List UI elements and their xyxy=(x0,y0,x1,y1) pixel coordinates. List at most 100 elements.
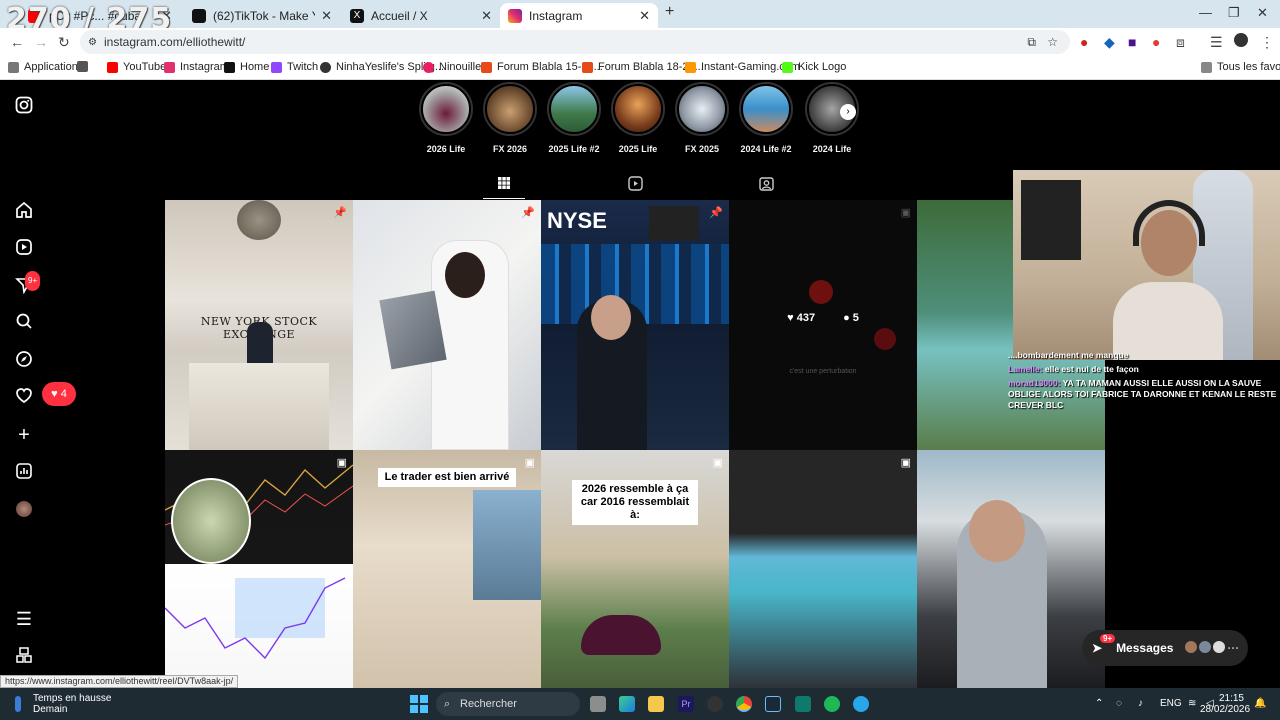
bookmark-ninouille[interactable]: Ninouille xyxy=(423,61,481,73)
bookmark-youtube[interactable]: YouTube xyxy=(107,61,166,73)
extension-icon[interactable]: ◆ xyxy=(1104,34,1115,51)
highlight-2024-life-2[interactable]: 2024 Life #2 xyxy=(736,82,796,154)
clock-icon xyxy=(237,200,281,240)
activity-count-pill[interactable]: ♥ 4 xyxy=(42,382,76,406)
browser-tab-3[interactable]: X Accueil / X ✕ xyxy=(342,3,500,28)
browser-tab-2[interactable]: (62)TikTok - Make Your Day ✕ xyxy=(184,3,340,28)
post-boat[interactable]: ▣ xyxy=(729,450,917,688)
spotify-icon[interactable] xyxy=(824,696,840,712)
address-bar[interactable]: ⚙ instagram.com/elliothewitt/ ⧉ ☆ xyxy=(80,30,1070,54)
weather-widget[interactable]: Temps en hausse Demain xyxy=(33,693,111,715)
highlight-2026-life[interactable]: 2026 Life xyxy=(416,82,476,154)
menu-kebab-icon[interactable]: ⋮ xyxy=(1260,34,1274,51)
msn-icon[interactable] xyxy=(619,696,635,712)
highlights-next-icon[interactable]: › xyxy=(840,104,856,120)
red-dot xyxy=(874,328,896,350)
post-trader-arrived[interactable]: Le trader est bien arrivé ▣ xyxy=(353,450,541,688)
explore-compass-icon[interactable] xyxy=(14,350,34,370)
notification-bell-icon[interactable]: 🔔 xyxy=(1254,698,1266,709)
app-icon[interactable] xyxy=(795,696,811,712)
post-nyse-podium[interactable]: NEW YORK STOCK EXCHANGE 📌 xyxy=(165,200,353,450)
create-plus-icon[interactable]: + xyxy=(14,425,34,445)
post-trading-chart[interactable]: ▣ xyxy=(165,450,353,688)
file-explorer-icon[interactable] xyxy=(648,696,664,712)
jvc-icon xyxy=(582,61,593,73)
forward-icon[interactable]: → xyxy=(34,34,48,50)
taskbar-search[interactable]: ⌕ Rechercher xyxy=(436,692,580,716)
install-app-icon[interactable]: ⧉ xyxy=(1027,35,1036,50)
post-nyse-floor[interactable]: NYSE 📌 xyxy=(541,200,729,450)
close-icon[interactable]: ✕ xyxy=(481,8,492,24)
post-chateau-2026[interactable]: 2026 ressemble à ça car 2016 ressemblait… xyxy=(541,450,729,688)
bookmark-home[interactable]: Home xyxy=(224,61,269,73)
highlight-2025-life-2[interactable]: 2025 Life #2 xyxy=(544,82,604,154)
tab-reels-icon[interactable] xyxy=(627,176,643,192)
head xyxy=(445,252,485,298)
bookmark-applications[interactable]: Applications xyxy=(8,61,83,73)
profile-avatar[interactable] xyxy=(14,499,34,519)
obs-icon[interactable] xyxy=(707,696,723,712)
extension-icon[interactable]: ● xyxy=(1152,34,1160,50)
weather-subtitle: Demain xyxy=(33,704,68,715)
highlight-fx-2026[interactable]: FX 2026 xyxy=(480,82,540,154)
home-icon[interactable] xyxy=(14,201,34,221)
close-window-button[interactable]: ✕ xyxy=(1257,5,1268,21)
reading-list-icon[interactable]: ☰ xyxy=(1210,34,1223,51)
bookmark-google-apps[interactable] xyxy=(77,61,93,72)
close-icon[interactable]: ✕ xyxy=(321,8,332,24)
close-icon[interactable]: ✕ xyxy=(639,8,650,24)
steam-icon[interactable] xyxy=(765,696,781,712)
wifi-icon[interactable]: ≋ xyxy=(1188,698,1196,709)
new-tab-button[interactable]: + xyxy=(665,3,674,21)
extensions-puzzle-icon[interactable]: ⧈ xyxy=(1176,34,1185,51)
extension-icon[interactable]: ● xyxy=(1080,34,1088,50)
search-icon[interactable] xyxy=(14,312,34,332)
post-silver-play-button[interactable]: 📌 xyxy=(353,200,541,450)
bookmark-all-favorites[interactable]: Tous les favoris xyxy=(1201,61,1280,73)
twitch-icon xyxy=(271,61,282,73)
extension-icon[interactable]: ■ xyxy=(1128,34,1136,50)
tray-icon[interactable]: ◌ xyxy=(1116,698,1122,709)
heart-icon[interactable] xyxy=(14,387,34,407)
tab-tagged-icon[interactable] xyxy=(758,176,774,192)
windows-start-icon[interactable] xyxy=(410,695,428,713)
red-dot xyxy=(809,280,833,304)
back-icon[interactable]: ← xyxy=(10,34,24,50)
highlight-label: FX 2025 xyxy=(684,144,720,154)
messenger-icon[interactable]: 9+ xyxy=(14,271,41,296)
bookmark-twitch[interactable]: Twitch xyxy=(271,61,318,73)
reels-icon[interactable] xyxy=(14,238,34,258)
task-view-icon[interactable] xyxy=(590,696,606,712)
reload-icon[interactable]: ↻ xyxy=(58,34,70,51)
messages-button[interactable]: ➤ 9+ Messages ··· xyxy=(1082,630,1248,666)
chrome-icon[interactable] xyxy=(736,696,752,712)
bookmark-kick[interactable]: Kick Logo xyxy=(782,61,846,73)
profile-avatar[interactable] xyxy=(1234,33,1248,47)
post-hovered[interactable]: ♥ 437 ● 5 c'est une perturbation ▣ xyxy=(729,200,917,450)
telegram-icon[interactable] xyxy=(853,696,869,712)
tab-posts-grid-icon[interactable] xyxy=(496,176,512,192)
weather-icon[interactable] xyxy=(10,694,26,714)
highlight-2025-life[interactable]: 2025 Life xyxy=(608,82,668,154)
restore-button[interactable]: ❐ xyxy=(1228,5,1240,21)
streamer-body xyxy=(1113,282,1223,360)
reel-icon: ▣ xyxy=(712,457,723,469)
bookmark-instagram[interactable]: Instagram xyxy=(164,61,229,73)
tray-chevron-icon[interactable]: ⌃ xyxy=(1095,698,1103,709)
weather-title: Temps en hausse xyxy=(33,693,112,704)
language-indicator[interactable]: ENG xyxy=(1160,698,1182,709)
highlight-label: 2025 Life xyxy=(618,144,658,154)
microphone-icon[interactable]: ♪ xyxy=(1138,698,1143,709)
site-info-icon[interactable]: ⚙ xyxy=(88,37,97,48)
bookmark-star-icon[interactable]: ☆ xyxy=(1047,35,1058,49)
also-from-meta-icon[interactable] xyxy=(14,647,34,667)
highlight-fx-2025[interactable]: FX 2025 xyxy=(672,82,732,154)
dashboard-icon[interactable] xyxy=(14,462,34,482)
post-car-laugh[interactable] xyxy=(917,450,1105,688)
more-menu-icon[interactable]: ☰ xyxy=(14,609,34,629)
instagram-logo-icon[interactable] xyxy=(14,96,34,116)
minimize-button[interactable]: — xyxy=(1199,5,1212,20)
browser-tab-4-active[interactable]: Instagram ✕ xyxy=(500,3,658,28)
premiere-pro-icon[interactable]: Pr xyxy=(678,696,694,712)
clock[interactable]: 21:15 28/02/2026 xyxy=(1200,693,1250,715)
